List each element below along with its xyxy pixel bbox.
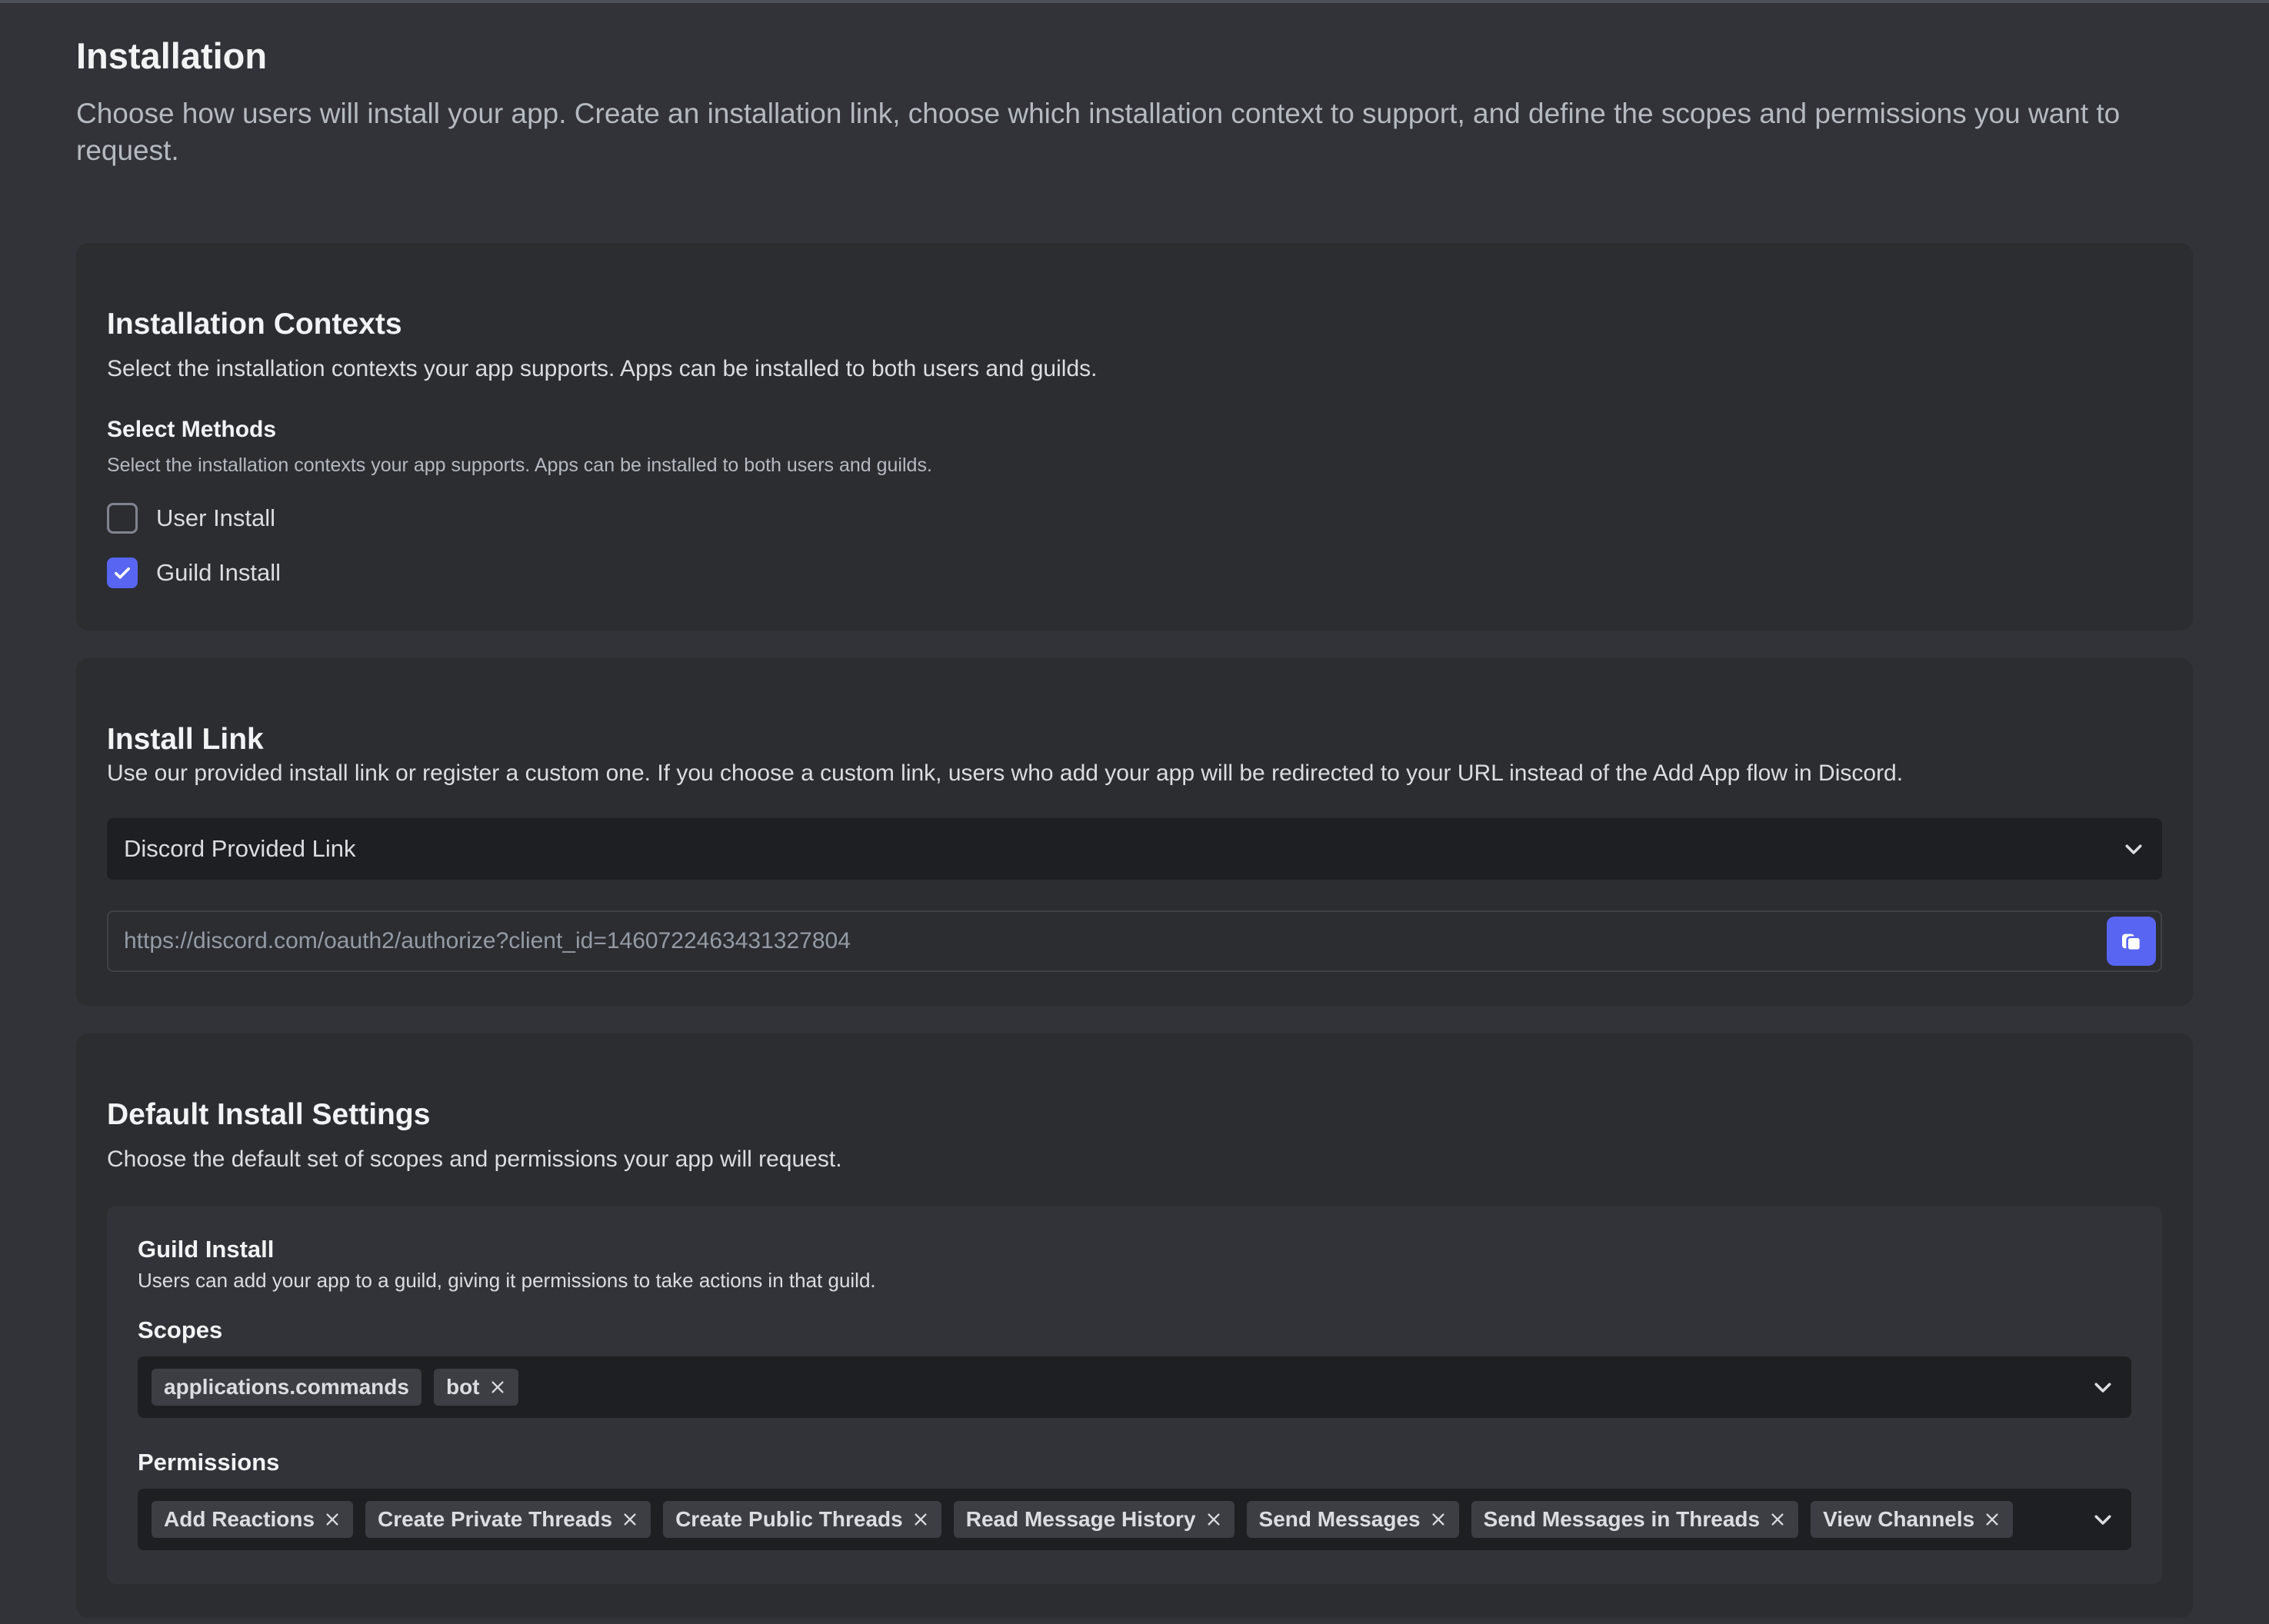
- install-url-field[interactable]: https://discord.com/oauth2/authorize?cli…: [107, 910, 2162, 972]
- installation-contexts-title: Installation Contexts: [107, 308, 402, 341]
- default-install-settings-card: Default Install Settings Choose the defa…: [76, 1033, 2193, 1618]
- installation-contexts-description: Select the installation contexts your ap…: [107, 356, 1098, 381]
- close-icon[interactable]: [912, 1511, 929, 1528]
- permission-tag: Add Reactions: [152, 1501, 354, 1538]
- permission-tag-label: Add Reactions: [164, 1507, 315, 1531]
- chevron-down-icon: [2125, 844, 2142, 854]
- close-icon[interactable]: [324, 1511, 341, 1528]
- permissions-tag-list: Add Reactions Create Private Threads Cre…: [152, 1501, 2014, 1538]
- user-install-label[interactable]: User Install: [156, 504, 275, 532]
- scope-tag: bot: [433, 1369, 518, 1406]
- default-install-title: Default Install Settings: [107, 1098, 431, 1131]
- permission-tag: Send Messages in Threads: [1471, 1501, 1799, 1538]
- page-title: Installation: [76, 35, 268, 76]
- install-link-title: Install Link: [107, 723, 264, 756]
- guild-install-label[interactable]: Guild Install: [156, 559, 281, 587]
- close-icon[interactable]: [489, 1379, 506, 1396]
- scopes-tag-list: applications.commands bot: [152, 1369, 518, 1406]
- chevron-down-icon[interactable]: [2091, 1376, 2114, 1399]
- close-icon[interactable]: [1984, 1511, 2001, 1528]
- page-description: Choose how users will install your app. …: [76, 98, 2121, 166]
- copy-icon: [2122, 933, 2142, 952]
- permissions-label: Permissions: [138, 1449, 280, 1476]
- installation-page: Installation Choose how users will insta…: [76, 34, 2193, 1618]
- permissions-select[interactable]: Add Reactions Create Private Threads Cre…: [138, 1489, 2131, 1550]
- install-url-text[interactable]: https://discord.com/oauth2/authorize?cli…: [124, 928, 851, 954]
- guild-install-description: Users can add your app to a guild, givin…: [138, 1269, 876, 1292]
- install-link-select[interactable]: Discord Provided Link: [107, 818, 2162, 880]
- check-icon: [115, 567, 130, 579]
- close-icon[interactable]: [621, 1511, 638, 1528]
- permission-tag-label: Send Messages in Threads: [1483, 1507, 1761, 1531]
- guild-install-title: Guild Install: [138, 1236, 275, 1263]
- permission-tag-label: View Channels: [1823, 1507, 1975, 1531]
- scopes-select[interactable]: applications.commands bot: [138, 1356, 2131, 1418]
- guild-install-settings: Guild Install Users can add your app to …: [107, 1206, 2162, 1584]
- scopes-label: Scopes: [138, 1316, 223, 1343]
- permission-tag: View Channels: [1811, 1501, 2014, 1538]
- default-install-description: Choose the default set of scopes and per…: [107, 1146, 842, 1172]
- permission-tag: Create Private Threads: [365, 1501, 651, 1538]
- permission-tag: Read Message History: [953, 1501, 1234, 1538]
- permission-tag: Send Messages: [1246, 1501, 1459, 1538]
- install-link-select-value: Discord Provided Link: [124, 835, 356, 862]
- permission-tag-label: Create Public Threads: [675, 1507, 903, 1531]
- install-link-description: Use our provided install link or registe…: [107, 760, 1904, 786]
- permission-tag-label: Create Private Threads: [378, 1507, 613, 1531]
- top-divider: [0, 0, 2269, 3]
- guild-install-checkbox[interactable]: [107, 557, 138, 588]
- select-methods-title: Select Methods: [107, 417, 277, 442]
- permission-tag-label: Read Message History: [965, 1507, 1196, 1531]
- scope-tag-label: applications.commands: [164, 1375, 409, 1399]
- install-link-card: Install Link Use our provided install li…: [76, 658, 2193, 1006]
- user-install-option[interactable]: User Install: [107, 501, 2162, 535]
- user-install-checkbox[interactable]: [107, 503, 138, 534]
- close-icon[interactable]: [1430, 1511, 1447, 1528]
- guild-install-option[interactable]: Guild Install: [107, 556, 2162, 590]
- permission-tag-label: Send Messages: [1258, 1507, 1421, 1531]
- installation-contexts-card: Installation Contexts Select the install…: [76, 243, 2193, 631]
- select-methods-description: Select the installation contexts your ap…: [107, 454, 932, 476]
- chevron-down-icon[interactable]: [2091, 1508, 2114, 1531]
- close-icon[interactable]: [1205, 1511, 1222, 1528]
- copy-url-button[interactable]: [2107, 917, 2156, 966]
- close-icon[interactable]: [1769, 1511, 1786, 1528]
- permission-tag: Create Public Threads: [663, 1501, 941, 1538]
- scope-tag-label: bot: [445, 1375, 480, 1399]
- scope-tag: applications.commands: [152, 1369, 421, 1406]
